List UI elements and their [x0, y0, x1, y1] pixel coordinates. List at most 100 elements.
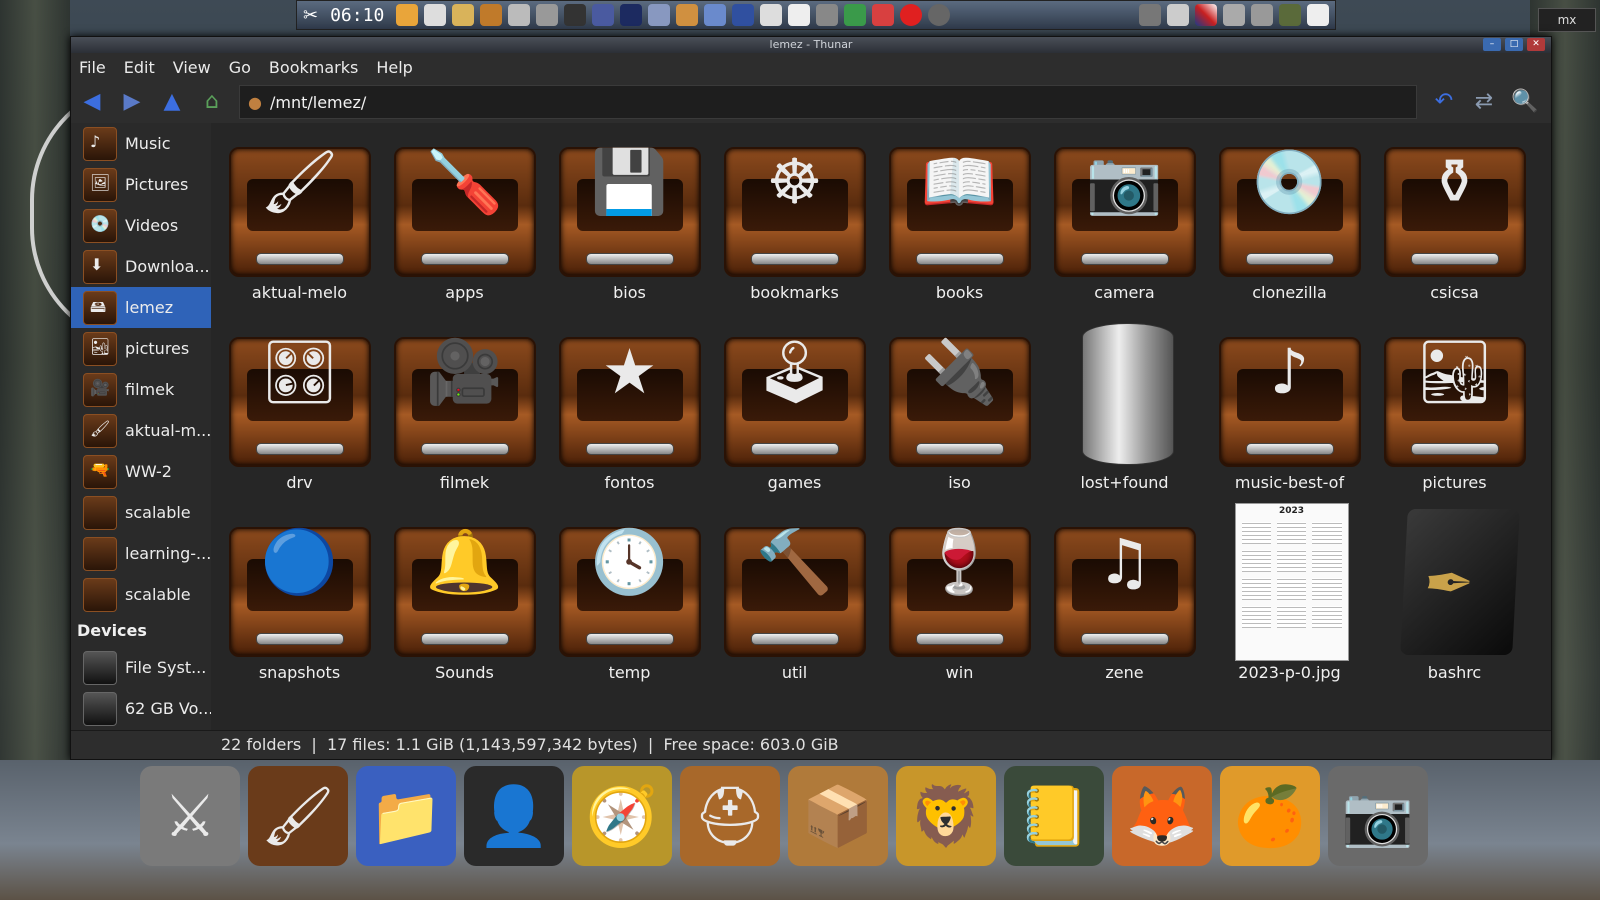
window-titlebar[interactable]: lemez - Thunar – □ ✕ — [71, 37, 1551, 53]
chart-icon[interactable] — [872, 4, 895, 26]
file-item[interactable]: 💿 clonezilla — [1207, 127, 1372, 317]
dock-knight-helmet-icon[interactable]: ⚔ — [140, 766, 240, 866]
maximize-button[interactable]: □ — [1505, 38, 1523, 51]
file-item[interactable]: ☸ bookmarks — [712, 127, 877, 317]
search-doc-icon[interactable] — [536, 4, 559, 26]
archive-icon[interactable] — [480, 4, 503, 26]
file-item[interactable]: 📖 books — [877, 127, 1042, 317]
file-item[interactable]: 🖌 aktual-melo — [217, 127, 382, 317]
network-icon[interactable] — [816, 4, 839, 26]
dock-address-book-icon[interactable]: 📒 — [1004, 766, 1104, 866]
user-icon[interactable] — [648, 4, 671, 26]
forward-arrow-icon[interactable]: ▶ — [119, 89, 145, 115]
dock-paint-brush-icon[interactable]: 🖌 — [248, 766, 348, 866]
sidebar-item-scalable[interactable]: scalable — [71, 492, 211, 533]
search-icon[interactable]: 🔍 — [1511, 89, 1538, 115]
screen-icon[interactable] — [732, 4, 755, 26]
file-item[interactable]: lost+found — [1042, 317, 1207, 507]
reload-icon[interactable]: ↶ — [1431, 89, 1457, 115]
volume-icon[interactable] — [1167, 4, 1189, 26]
browser-icon[interactable] — [844, 4, 867, 26]
file-item[interactable]: ⚱ csicsa — [1372, 127, 1537, 317]
dock-orange-fruit-icon[interactable]: 🍊 — [1220, 766, 1320, 866]
heart-icon[interactable] — [900, 4, 923, 26]
file-item[interactable]: 🎥 filmek — [382, 317, 547, 507]
status-folders: 22 folders — [221, 735, 302, 754]
file-item[interactable]: 🍷 win — [877, 507, 1042, 697]
file-item[interactable]: 🔌 iso — [877, 317, 1042, 507]
menu-view[interactable]: View — [173, 58, 211, 77]
power-icon[interactable] — [928, 4, 951, 26]
file-item[interactable]: 🔔 Sounds — [382, 507, 547, 697]
dock-terminal-user-icon[interactable]: 👤 — [464, 766, 564, 866]
dock-fox-icon[interactable]: 🦊 — [1112, 766, 1212, 866]
file-item[interactable]: 💾 bios — [547, 127, 712, 317]
file-item[interactable]: 🕓 temp — [547, 507, 712, 697]
weather-icon[interactable] — [396, 4, 419, 26]
dock-diving-helmet-icon[interactable]: ⛑ — [680, 766, 780, 866]
menu-go[interactable]: Go — [229, 58, 251, 77]
sidebar-item-music[interactable]: ♪ Music — [71, 123, 211, 164]
uk-flag-icon[interactable] — [1195, 4, 1217, 26]
file-item[interactable]: 🔨 util — [712, 507, 877, 697]
dock-camera-icon[interactable]: 📷 — [1328, 766, 1428, 866]
sidebar-item-videos[interactable]: 💿 Videos — [71, 205, 211, 246]
file-item[interactable]: ♫ zene — [1042, 507, 1207, 697]
dock-sextant-icon[interactable]: 🧭 — [572, 766, 672, 866]
file-item[interactable]: 📷 camera — [1042, 127, 1207, 317]
minimize-button[interactable]: – — [1483, 38, 1501, 51]
dock-lion-cub-icon[interactable]: 🦁 — [896, 766, 996, 866]
clipboard-icon[interactable] — [1223, 4, 1245, 26]
file-item[interactable]: ♪ music-best-of — [1207, 317, 1372, 507]
sidebar-item-lemez[interactable]: 🖴 lemez — [71, 287, 211, 328]
menu-edit[interactable]: Edit — [124, 58, 155, 77]
quill-icon[interactable] — [760, 4, 783, 26]
file-item[interactable]: 🏜 pictures — [1372, 317, 1537, 507]
location-bar[interactable]: ● /mnt/lemez/ — [239, 85, 1417, 119]
tools-icon[interactable]: ✂ — [303, 5, 318, 26]
sidebar-device-62gb[interactable]: 62 GB Vo... — [71, 688, 211, 729]
file-view[interactable]: 🖌 aktual-melo 🪛 apps 💾 bios ☸ bookmarks 📖 books 📷 c… — [211, 123, 1551, 731]
toggle-view-icon[interactable]: ⇄ — [1471, 89, 1497, 115]
globe-icon[interactable] — [704, 4, 727, 26]
up-arrow-icon[interactable]: ▲ — [159, 89, 185, 115]
monitor-icon[interactable] — [620, 4, 643, 26]
menu-file[interactable]: File — [79, 58, 106, 77]
sidebar-item-pictures-folder[interactable]: 🏜 pictures — [71, 328, 211, 369]
file-item[interactable]: 🕹 games — [712, 317, 877, 507]
wifi-icon[interactable] — [1251, 4, 1273, 26]
bug-icon[interactable] — [1139, 4, 1161, 26]
menu-bookmarks[interactable]: Bookmarks — [269, 58, 358, 77]
sidebar-item-ww2[interactable]: 🔫 WW-2 — [71, 451, 211, 492]
file-item[interactable]: 🎛 drv — [217, 317, 382, 507]
battery-icon[interactable] — [1279, 4, 1301, 26]
back-arrow-icon[interactable]: ◀ — [79, 89, 105, 115]
image-viewer-icon[interactable] — [788, 4, 811, 26]
file-item[interactable]: 🪛 apps — [382, 127, 547, 317]
dock-folder-icon[interactable]: 📁 — [356, 766, 456, 866]
eyes-icon[interactable] — [424, 4, 447, 26]
menu-help[interactable]: Help — [376, 58, 412, 77]
sidebar-item-downloads[interactable]: ⬇ Downloa... — [71, 246, 211, 287]
sidebar-item-filmek[interactable]: 🎥 filmek — [71, 369, 211, 410]
panel-clock[interactable]: 06:10 — [330, 5, 384, 26]
sidebar-item-learning[interactable]: learning-... — [71, 533, 211, 574]
sidebar-device-filesystem[interactable]: File Syst... — [71, 647, 211, 688]
sidebar-item-pictures[interactable]: 🖼 Pictures — [71, 164, 211, 205]
mouse-icon[interactable] — [564, 4, 587, 26]
settings-gear-icon[interactable] — [508, 4, 531, 26]
dock-package-crate-icon[interactable]: 📦 — [788, 766, 888, 866]
sidebar-item-label: 62 GB Vo... — [125, 699, 211, 718]
file-item[interactable]: ✒ bashrc — [1372, 507, 1537, 697]
package-icon[interactable] — [676, 4, 699, 26]
notes-icon[interactable] — [452, 4, 475, 26]
close-button[interactable]: ✕ — [1527, 38, 1545, 51]
update-download-icon[interactable] — [1307, 4, 1329, 26]
file-item[interactable]: 2023 2023-p-0.jpg — [1207, 503, 1372, 697]
wizard-icon[interactable] — [592, 4, 615, 26]
home-icon[interactable]: ⌂ — [199, 89, 225, 115]
file-item[interactable]: 🔵 snapshots — [217, 507, 382, 697]
sidebar-item-scalable-2[interactable]: scalable — [71, 574, 211, 615]
sidebar-item-aktual[interactable]: 🖌 aktual-m... — [71, 410, 211, 451]
file-item[interactable]: ★ fontos — [547, 317, 712, 507]
